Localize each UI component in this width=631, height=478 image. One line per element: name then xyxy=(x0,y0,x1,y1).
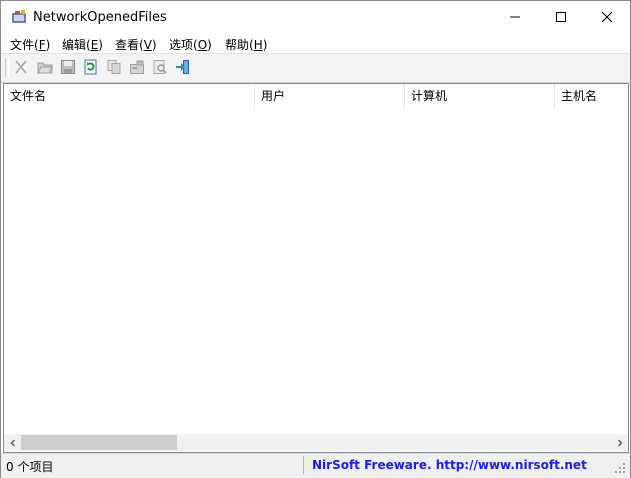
file-list[interactable]: 文件名 用户 计算机 主机名 xyxy=(3,83,629,453)
column-header-computer[interactable]: 计算机 xyxy=(405,84,555,108)
refresh-button[interactable] xyxy=(81,58,101,78)
find-button[interactable] xyxy=(150,58,170,78)
copy-icon xyxy=(106,59,122,78)
column-header-user[interactable]: 用户 xyxy=(255,84,405,108)
resize-grip-icon[interactable] xyxy=(613,461,627,475)
chevron-left-icon xyxy=(9,436,17,450)
copy-button[interactable] xyxy=(104,58,124,78)
open-button[interactable] xyxy=(35,58,55,78)
minimize-icon xyxy=(510,12,520,22)
menu-file[interactable]: 文件(F) xyxy=(10,36,50,53)
toolbar-grip xyxy=(5,58,9,77)
scrollbar-thumb[interactable] xyxy=(21,435,177,450)
cut-button[interactable] xyxy=(11,58,31,78)
minimize-button[interactable] xyxy=(492,1,538,33)
menu-view[interactable]: 查看(V) xyxy=(115,36,157,53)
title-bar[interactable]: NetworkOpenedFiles xyxy=(1,1,630,33)
exit-button[interactable] xyxy=(173,58,193,78)
exit-icon xyxy=(175,59,191,78)
scroll-left-button[interactable] xyxy=(4,434,21,451)
find-icon xyxy=(152,59,168,78)
column-header-hostname[interactable]: 主机名 xyxy=(555,84,628,108)
toolbar xyxy=(1,53,630,83)
save-icon xyxy=(60,59,76,78)
chevron-right-icon xyxy=(616,436,624,450)
list-body[interactable] xyxy=(4,108,628,434)
properties-icon xyxy=(129,59,145,78)
horizontal-scrollbar[interactable] xyxy=(4,434,628,451)
close-icon xyxy=(602,12,612,22)
properties-button[interactable] xyxy=(127,58,147,78)
app-icon xyxy=(11,10,27,24)
menu-bar: 文件(F) 编辑(E) 查看(V) 选项(O) 帮助(H) xyxy=(1,33,630,53)
refresh-icon xyxy=(83,59,99,78)
maximize-icon xyxy=(556,12,566,22)
menu-help[interactable]: 帮助(H) xyxy=(225,36,267,53)
maximize-button[interactable] xyxy=(538,1,584,33)
item-count: 0 个项目 xyxy=(6,460,54,474)
close-button[interactable] xyxy=(584,1,630,33)
save-button[interactable] xyxy=(58,58,78,78)
nirsoft-link[interactable]: NirSoft Freeware. http://www.nirsoft.net xyxy=(312,458,587,472)
scroll-right-button[interactable] xyxy=(611,434,628,451)
status-divider xyxy=(303,456,304,474)
open-folder-icon xyxy=(37,59,53,78)
window-title: NetworkOpenedFiles xyxy=(33,10,167,25)
app-window: NetworkOpenedFiles 文件(F) 编辑(E) 查看(V) 选项(… xyxy=(0,0,631,478)
menu-edit[interactable]: 编辑(E) xyxy=(62,36,103,53)
menu-options[interactable]: 选项(O) xyxy=(169,36,212,53)
status-bar: 0 个项目 NirSoft Freeware. http://www.nirso… xyxy=(1,453,630,478)
cut-icon xyxy=(13,59,29,78)
list-header: 文件名 用户 计算机 主机名 xyxy=(4,84,628,108)
column-header-filename[interactable]: 文件名 xyxy=(4,84,255,108)
